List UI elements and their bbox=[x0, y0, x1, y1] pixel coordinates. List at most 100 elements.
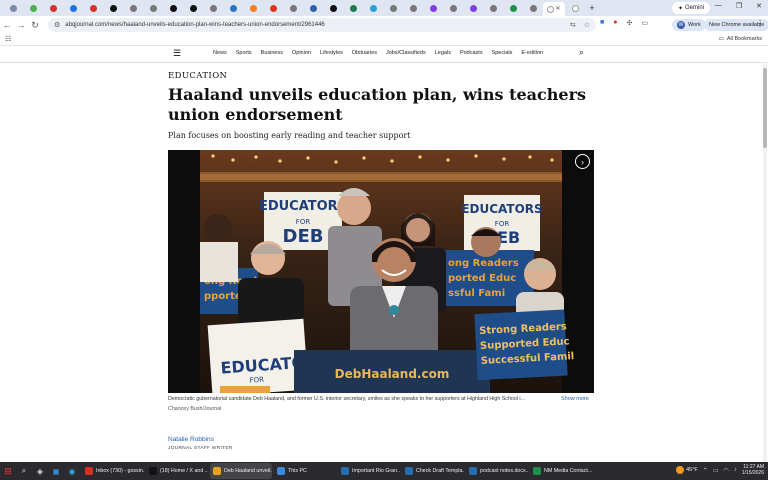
x-favicon-icon bbox=[169, 4, 177, 12]
browser-tab[interactable] bbox=[243, 2, 263, 14]
all-bookmarks-button[interactable]: ▭ All Bookmarks bbox=[719, 36, 762, 42]
browser-tab[interactable] bbox=[203, 2, 223, 14]
browser-tab[interactable] bbox=[163, 2, 183, 14]
browser-tab[interactable] bbox=[483, 2, 503, 14]
minimize-icon[interactable]: — bbox=[715, 2, 722, 10]
extensions-puzzle-icon[interactable]: ✣ bbox=[626, 19, 632, 27]
nav-link-obituaries[interactable]: Obituaries bbox=[352, 50, 377, 56]
browser-tab[interactable] bbox=[303, 2, 323, 14]
browser-tab[interactable] bbox=[183, 2, 203, 14]
close-icon[interactable]: ✕ bbox=[756, 2, 762, 10]
clock[interactable]: 11:27 AM 1/15/2026 bbox=[742, 464, 764, 476]
nav-link-opinion[interactable]: Opinion bbox=[292, 50, 311, 56]
browser-tab[interactable] bbox=[463, 2, 483, 14]
browser-tab[interactable] bbox=[343, 2, 363, 14]
taskbar-app-label: Check Draft Templa... bbox=[416, 468, 464, 474]
section-label[interactable]: EDUCATION bbox=[168, 71, 227, 81]
browser-tab[interactable] bbox=[3, 2, 23, 14]
forward-icon[interactable]: → bbox=[14, 20, 28, 30]
taskbar-app[interactable]: podcast notes.docx... bbox=[466, 463, 528, 479]
back-icon[interactable]: ← bbox=[0, 20, 14, 30]
nav-link-news[interactable]: News bbox=[213, 50, 227, 56]
restore-icon[interactable]: ❐ bbox=[736, 2, 742, 10]
browser-tab[interactable] bbox=[83, 2, 103, 14]
browser-tab[interactable] bbox=[223, 2, 243, 14]
browser-tab[interactable] bbox=[423, 2, 443, 14]
apps-grid-icon[interactable]: ☷ bbox=[5, 35, 11, 43]
bookmark-star-icon[interactable]: ☆ bbox=[584, 21, 590, 29]
author-role: JOURNAL STAFF WRITER bbox=[168, 446, 233, 451]
browser-tab[interactable] bbox=[403, 2, 423, 14]
nav-link-sports[interactable]: Sports bbox=[236, 50, 252, 56]
show-more-link[interactable]: Show more bbox=[561, 396, 589, 402]
browser-tab[interactable] bbox=[23, 2, 43, 14]
nav-link-lifestyles[interactable]: Lifestyles bbox=[320, 50, 343, 56]
browser-tab[interactable] bbox=[523, 2, 543, 14]
menu-kebab-icon[interactable]: ⋮ bbox=[756, 19, 764, 28]
extension-icon[interactable]: ● bbox=[613, 19, 617, 27]
browser-tab[interactable] bbox=[283, 2, 303, 14]
browser-tab[interactable] bbox=[323, 2, 343, 14]
browser-tab[interactable] bbox=[143, 2, 163, 14]
volume-icon[interactable]: ♪ bbox=[734, 467, 737, 473]
site-info-icon[interactable]: ⚙ bbox=[54, 21, 60, 29]
browser-tab[interactable] bbox=[43, 2, 63, 14]
sign-text: FOR bbox=[495, 220, 510, 228]
reload-icon[interactable]: ↻ bbox=[28, 20, 42, 31]
sidebar-icon[interactable]: ▭ bbox=[641, 19, 648, 27]
author-link[interactable]: Natalie Robbins bbox=[168, 436, 214, 443]
site-favicon-icon bbox=[449, 4, 457, 12]
nav-link-e-edition[interactable]: E-edition bbox=[521, 50, 543, 56]
nav-link-podcasts[interactable]: Podcasts bbox=[460, 50, 483, 56]
browser-tab[interactable] bbox=[123, 2, 143, 14]
taskbar-app-label: Deb Haaland unveil... bbox=[224, 468, 272, 474]
nav-link-jobs-classifieds[interactable]: Jobs/Classifieds bbox=[386, 50, 426, 56]
nav-link-specials[interactable]: Specials bbox=[492, 50, 513, 56]
article-photo[interactable]: EDUCATORS FOR DEB EDUCATORS FOR DEB ong … bbox=[168, 150, 594, 393]
translate-icon[interactable]: ⇆ bbox=[570, 21, 576, 29]
browser-tab[interactable] bbox=[363, 2, 383, 14]
photo-next-button[interactable]: › bbox=[575, 154, 590, 169]
taskbar-app[interactable]: Inbox (730) - gossin... bbox=[82, 463, 144, 479]
browser-tab[interactable] bbox=[263, 2, 283, 14]
nav-link-business[interactable]: Business bbox=[261, 50, 283, 56]
browser-tab[interactable] bbox=[503, 2, 523, 14]
browser-tab[interactable] bbox=[103, 2, 123, 14]
purple-favicon-icon bbox=[469, 4, 477, 12]
weather-widget[interactable]: 45°F bbox=[676, 466, 698, 474]
app-icon bbox=[213, 467, 221, 475]
chevron-up-icon[interactable]: ⌃ bbox=[703, 467, 708, 474]
taskbar-app[interactable]: Check Draft Templa... bbox=[402, 463, 464, 479]
address-bar[interactable]: ⚙ abqjournal.com/news/haaland-unveils-ed… bbox=[48, 18, 596, 32]
search-icon[interactable]: ⌕ bbox=[16, 462, 32, 480]
taskbar-app[interactable]: (18) Home / X and ... bbox=[146, 463, 208, 479]
new-tab-icon[interactable]: + bbox=[585, 3, 599, 13]
browser-tab[interactable] bbox=[565, 2, 585, 14]
browser-tab[interactable]: ✕ bbox=[543, 2, 565, 16]
hamburger-menu-icon[interactable]: ☰ bbox=[173, 48, 181, 59]
nav-link-legals[interactable]: Legals bbox=[435, 50, 451, 56]
scrollbar-thumb[interactable] bbox=[763, 68, 767, 148]
x-favicon-icon bbox=[109, 4, 117, 12]
network-icon[interactable]: ▭ bbox=[713, 467, 719, 474]
taskbar-app[interactable]: NM Media Contact... bbox=[530, 463, 592, 479]
extension-icon[interactable]: ■ bbox=[600, 19, 604, 27]
edge-icon[interactable]: ◉ bbox=[64, 462, 80, 480]
x-favicon-icon bbox=[329, 4, 337, 12]
profile-button[interactable]: W Work bbox=[672, 19, 706, 31]
browser-tab[interactable] bbox=[443, 2, 463, 14]
gmail-favicon-icon bbox=[49, 4, 57, 12]
gemini-button[interactable]: ✦ Gemini bbox=[672, 2, 710, 14]
widgets-icon[interactable]: ◈ bbox=[32, 462, 48, 480]
search-icon[interactable]: ⌕ bbox=[579, 47, 584, 58]
taskbar-app[interactable]: This PC bbox=[274, 463, 336, 479]
browser-tab[interactable] bbox=[383, 2, 403, 14]
media-app-icon[interactable]: ▣ bbox=[48, 462, 64, 480]
start-button[interactable]: ⊞ bbox=[0, 462, 16, 480]
sign-text: DEB bbox=[283, 226, 324, 247]
wifi-icon[interactable]: ◠ bbox=[724, 467, 729, 474]
close-tab-icon[interactable]: ✕ bbox=[555, 6, 560, 12]
taskbar-app[interactable]: Deb Haaland unveil... bbox=[210, 463, 272, 479]
taskbar-app[interactable]: Important Rio Gran... bbox=[338, 463, 400, 479]
browser-tab[interactable] bbox=[63, 2, 83, 14]
